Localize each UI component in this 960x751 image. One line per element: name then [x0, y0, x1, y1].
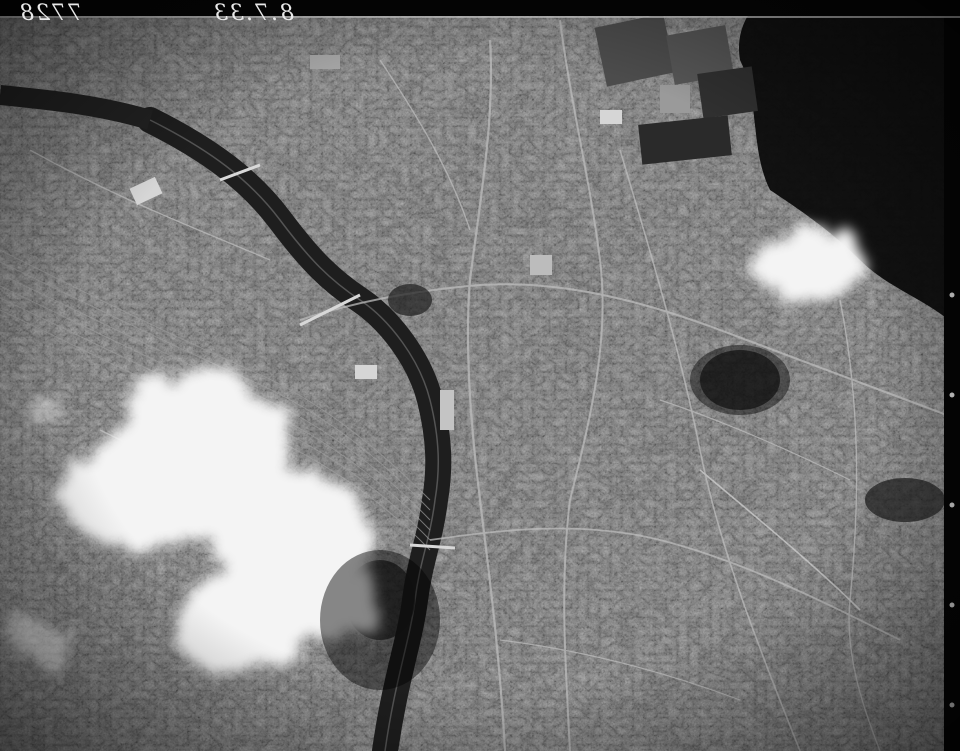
plate-number-label: 7728: [18, 1, 82, 26]
aerial-photograph: [0, 0, 960, 751]
vignette: [0, 0, 960, 751]
plate-date-label: 8.7.33: [212, 1, 294, 26]
